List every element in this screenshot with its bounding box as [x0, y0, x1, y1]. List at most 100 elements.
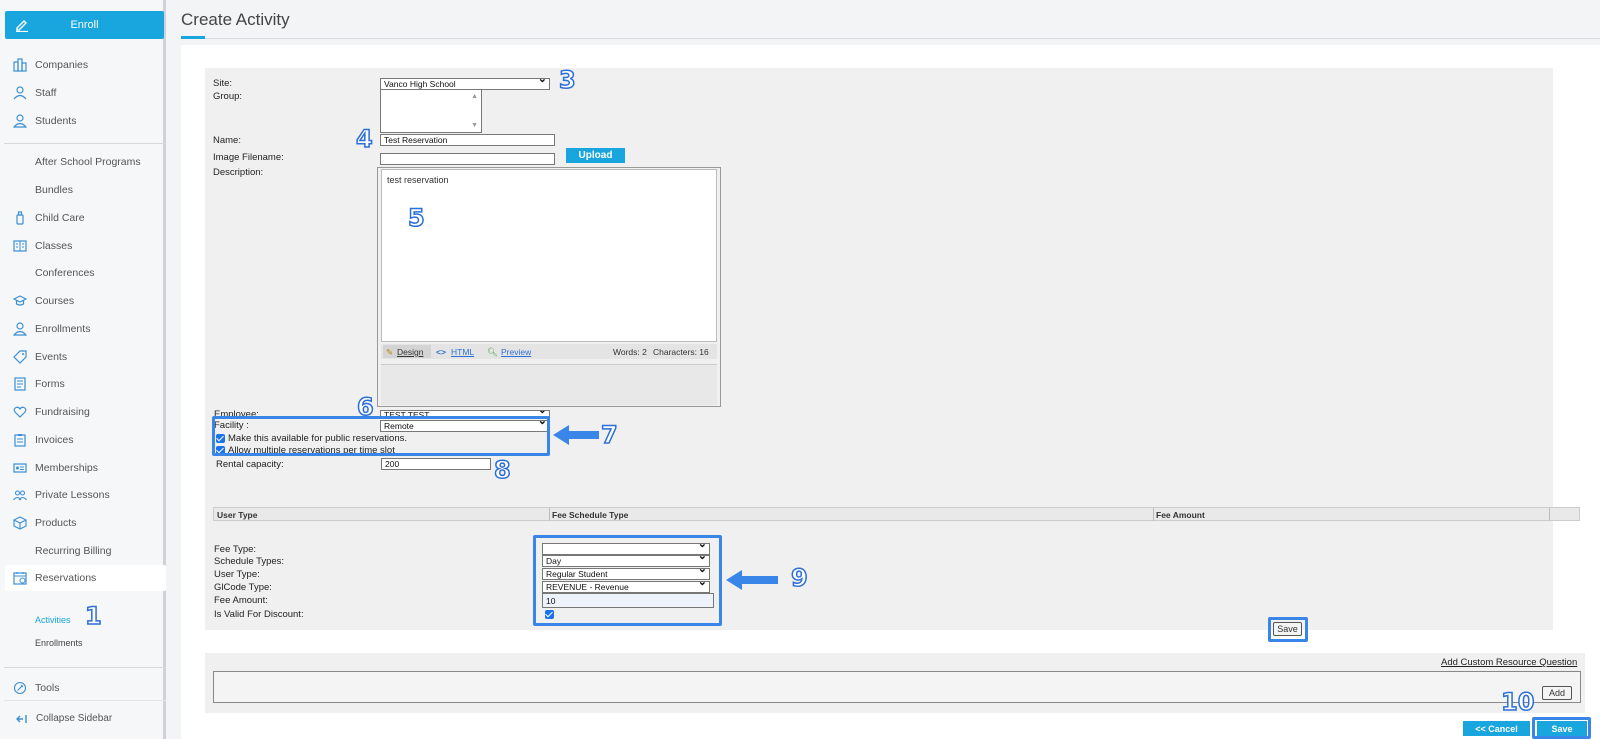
sidebar-item-companies[interactable]: Companies [0, 54, 166, 76]
arrow-left-icon [726, 570, 778, 590]
sidebar-item-label: Companies [35, 59, 89, 71]
tag-icon [13, 350, 27, 364]
sidebar-item-label: Private Lessons [35, 489, 110, 501]
callout-number: 9 [790, 563, 808, 593]
name-label: Name: [213, 135, 241, 146]
sidebar-item-label: Memberships [35, 462, 99, 474]
collapse-sidebar-button[interactable]: Collapse Sidebar [16, 713, 112, 724]
editor-toolbar: ✎ Design <> HTML 🔍︎ Preview Words: 2 Cha… [381, 344, 717, 359]
column-divider [1153, 508, 1154, 521]
sidebar-item-label: Conferences [35, 267, 95, 279]
callout-number: 10 [1500, 687, 1535, 717]
add-custom-resource-question-link[interactable]: Add Custom Resource Question [1441, 657, 1577, 668]
rental-capacity-input[interactable]: 200 [381, 458, 491, 470]
title-divider [181, 38, 1600, 39]
collapse-icon [16, 714, 27, 723]
sidebar-item-staff[interactable]: Staff [0, 82, 166, 104]
rental-capacity-label: Rental capacity: [216, 459, 284, 470]
valid-for-discount-label: Is Valid For Discount: [214, 609, 304, 620]
upload-button[interactable]: Upload [566, 148, 625, 163]
graduation-cap-icon [13, 295, 27, 306]
description-editor: test reservation ✎ Design <> HTML 🔍︎ Pre… [377, 167, 721, 407]
add-button[interactable]: Add [1542, 686, 1572, 700]
word-count: Words: 2 [613, 347, 647, 357]
collapse-label: Collapse Sidebar [36, 713, 113, 724]
fee-type-label: Fee Type: [214, 544, 257, 555]
sidebar-item-students[interactable]: Students [0, 110, 166, 132]
sidebar-divider [4, 667, 166, 668]
description-textarea[interactable]: test reservation [381, 169, 717, 342]
clipboard-icon [14, 434, 26, 447]
sidebar-item-label: Students [35, 115, 77, 127]
sidebar-item-label: Enrollments [35, 323, 91, 335]
sidebar-item-products[interactable]: Products [0, 512, 166, 534]
staff-icon [13, 86, 27, 100]
enroll-label: Enroll [70, 19, 99, 31]
resource-question-list [213, 671, 1581, 703]
sidebar-item-forms[interactable]: Forms [0, 373, 166, 395]
sidebar-item-after-school-programs[interactable]: After School Programs [0, 151, 166, 173]
sidebar-item-bundles[interactable]: Bundles [0, 179, 166, 201]
id-card-icon [13, 463, 27, 473]
pencil-icon [16, 20, 28, 32]
sidebar-item-memberships[interactable]: Memberships [0, 457, 166, 479]
callout-number: 3 [558, 65, 576, 95]
sidebar-divider [4, 700, 166, 701]
sidebar-item-fundraising[interactable]: Fundraising [0, 401, 166, 423]
sidebar-item-label: After School Programs [35, 156, 141, 168]
callout-number: 1 [84, 601, 102, 631]
group-label: Group: [213, 91, 243, 102]
cancel-button[interactable]: << Cancel [1463, 721, 1530, 736]
image-filename-input[interactable] [380, 153, 555, 165]
sidebar-item-conferences[interactable]: Conferences [0, 262, 166, 284]
sidebar-item-label: Recurring Billing [35, 545, 112, 557]
sidebar: Enroll Companies Staff Students After Sc… [0, 0, 166, 739]
highlight-box-fee-save [1268, 617, 1308, 642]
design-tab[interactable]: Design [397, 347, 423, 357]
callout-number: 6 [356, 392, 374, 422]
sidebar-item-private-lessons[interactable]: Private Lessons [0, 484, 166, 506]
callout-number: 5 [407, 203, 425, 233]
sidebar-item-label: Bundles [35, 184, 73, 196]
preview-tab[interactable]: Preview [501, 347, 531, 357]
highlight-box-fees [533, 535, 722, 626]
character-count: Characters: 16 [653, 347, 709, 357]
sidebar-item-enrollments[interactable]: Enrollments [0, 318, 166, 340]
scroll-up-icon: ▲ [471, 93, 478, 100]
description-label: Description: [213, 167, 264, 178]
sidebar-subitem-activities[interactable]: Activities [35, 615, 71, 625]
name-input[interactable]: Test Reservation [380, 134, 555, 146]
column-header: Fee Amount [1156, 510, 1205, 520]
html-tab[interactable]: HTML [451, 347, 474, 357]
user-icon [13, 114, 27, 128]
enroll-button[interactable]: Enroll [5, 11, 164, 39]
column-divider [549, 508, 550, 521]
sidebar-item-events[interactable]: Events [0, 346, 166, 368]
group-icon [13, 490, 27, 501]
callout-number: 7 [600, 420, 618, 450]
sidebar-item-reservations[interactable]: Reservations [5, 565, 166, 591]
sidebar-item-child-care[interactable]: Child Care [0, 207, 166, 229]
sidebar-item-recurring-billing[interactable]: Recurring Billing [0, 540, 166, 562]
group-listbox[interactable]: ▲ ▼ [380, 89, 482, 133]
sidebar-item-label: Events [35, 351, 68, 363]
column-header: User Type [217, 510, 258, 520]
sidebar-item-invoices[interactable]: Invoices [0, 429, 166, 451]
sidebar-subitem-enrollments[interactable]: Enrollments [35, 638, 83, 648]
sidebar-item-classes[interactable]: Classes [0, 235, 166, 257]
schedule-types-label: Schedule Types: [214, 556, 285, 567]
tools-icon [13, 681, 27, 695]
sidebar-item-label: Child Care [35, 212, 85, 224]
sidebar-item-label: Tools [35, 682, 60, 694]
scroll-down-icon: ▼ [471, 122, 478, 129]
sidebar-item-label: Staff [35, 87, 57, 99]
highlight-box-facility [212, 416, 550, 456]
form-icon [14, 377, 26, 391]
sidebar-item-courses[interactable]: Courses [0, 290, 166, 312]
sidebar-item-label: Classes [35, 240, 73, 252]
glcode-type-label: GlCode Type: [214, 582, 272, 593]
arrow-left-icon [553, 425, 599, 445]
sidebar-divider [4, 143, 166, 144]
sidebar-item-label: Invoices [35, 434, 74, 446]
sidebar-item-tools[interactable]: Tools [0, 677, 166, 699]
